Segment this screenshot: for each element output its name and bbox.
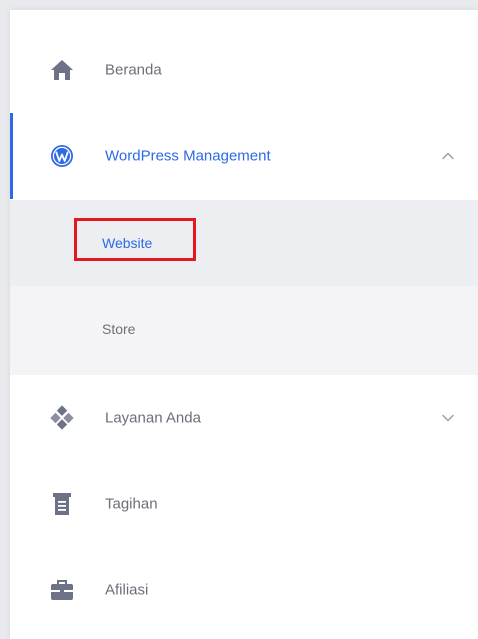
services-icon bbox=[50, 405, 74, 430]
chevron-up-icon[interactable] bbox=[440, 148, 456, 164]
active-indicator bbox=[10, 113, 13, 199]
chevron-down-icon[interactable] bbox=[440, 410, 456, 426]
sidebar-item-wordpress-management[interactable]: WordPress Management bbox=[10, 113, 478, 199]
sidebar-item-label: Afiliasi bbox=[105, 581, 149, 599]
submenu-item-website[interactable]: Website bbox=[10, 200, 478, 286]
highlight-box bbox=[74, 218, 196, 261]
sidebar-item-layanan-anda[interactable]: Layanan Anda bbox=[10, 375, 478, 461]
sidebar-item-label: Tagihan bbox=[105, 495, 158, 513]
sidebar-item-tagihan[interactable]: Tagihan bbox=[10, 461, 478, 547]
briefcase-icon bbox=[50, 578, 74, 602]
home-icon bbox=[50, 58, 74, 82]
submenu-item-label: Store bbox=[102, 321, 136, 337]
sidebar-item-label: Layanan Anda bbox=[105, 409, 201, 427]
submenu-item-store[interactable]: Store bbox=[10, 286, 478, 372]
sidebar-item-beranda[interactable]: Beranda bbox=[10, 27, 478, 113]
sidebar-item-afiliasi[interactable]: Afiliasi bbox=[10, 547, 478, 633]
sidebar-item-label: Beranda bbox=[105, 61, 162, 79]
sidebar-menu: Beranda WordPress Management Website Sto… bbox=[10, 10, 478, 639]
invoice-icon bbox=[50, 492, 74, 516]
wordpress-icon bbox=[50, 144, 74, 168]
wordpress-submenu: Website Store bbox=[10, 200, 478, 375]
sidebar-item-label: WordPress Management bbox=[105, 147, 271, 165]
